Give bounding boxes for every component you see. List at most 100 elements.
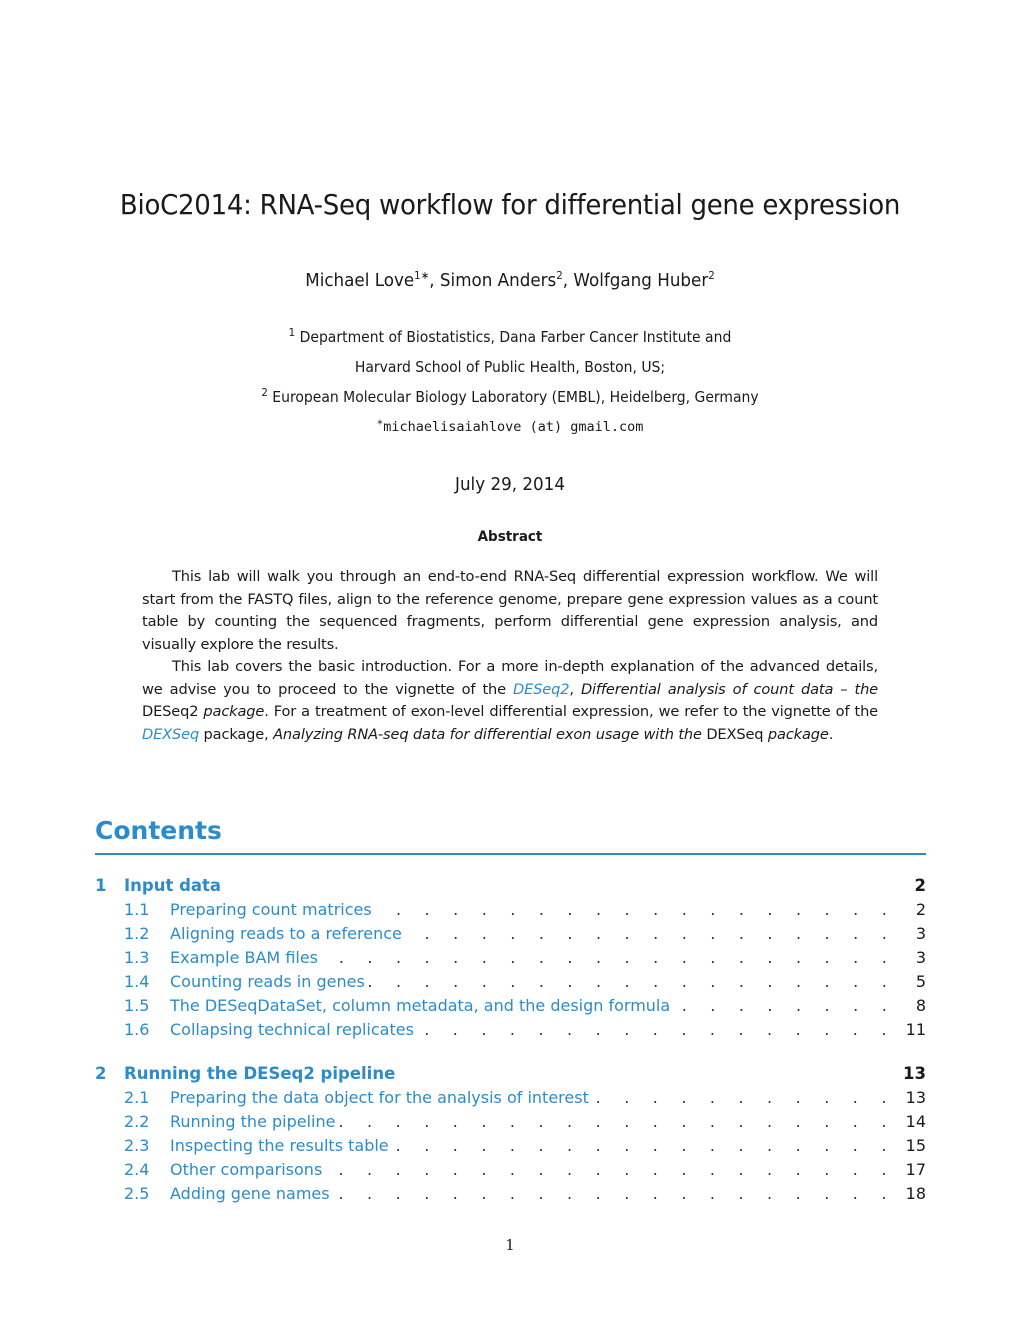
- affiliation-1: 1 Department of Biostatistics, Dana Farb…: [36, 326, 985, 346]
- toc-link[interactable]: Other comparisons: [170, 1158, 327, 1182]
- toc-number: 1.4: [124, 972, 150, 991]
- affiliation-1-continued: Harvard School of Public Health, Boston,…: [354, 358, 666, 376]
- abstract-text: This lab will walk you through an end-to…: [142, 568, 878, 653]
- author-name: Michael Love: [305, 270, 415, 291]
- toc-number: 1: [95, 876, 107, 895]
- toc-link[interactable]: Preparing the data object for the analys…: [170, 1086, 593, 1110]
- author-name: Wolfgang Huber: [573, 270, 709, 291]
- document-title: BioC2014: RNA-Seq workflow for different…: [119, 188, 901, 221]
- author-affiliation-marker: 1∗: [414, 269, 430, 282]
- dexseq-link[interactable]: DEXSeq: [142, 726, 199, 743]
- author-affiliation-marker: 2: [556, 269, 563, 282]
- toc-leader-dots: . . . . . . . . . . . . . . . . . . . . …: [339, 1112, 896, 1131]
- toc-page-number: 5: [915, 972, 926, 991]
- toc-page-number: 14: [905, 1112, 926, 1131]
- toc-number: 2.1: [124, 1088, 150, 1107]
- toc-number: 1.5: [124, 996, 150, 1015]
- toc-entry[interactable]: 1.6 Collapsing technical replicates . . …: [95, 1018, 926, 1042]
- abstract-paragraph-1: This lab will walk you through an end-to…: [142, 566, 878, 656]
- text-run: . For a treatment of exon-level differen…: [264, 703, 878, 721]
- toc-leader-dots: . . . . . . . . . . . . . . . . . . . . …: [376, 900, 896, 919]
- affiliation-marker: 1: [288, 326, 296, 339]
- document-date: July 29, 2014: [455, 474, 565, 495]
- abstract-paragraph-2: This lab covers the basic introduction. …: [142, 656, 878, 746]
- toc-section-1: 1 Input data 2 1.1 Preparing count matri…: [95, 874, 926, 1042]
- toc-entry-section[interactable]: 1 Input data 2: [95, 874, 926, 898]
- toc-number: 2.5: [124, 1184, 150, 1203]
- toc-number: 1.1: [124, 900, 150, 919]
- text-run: DESeq2: [142, 703, 204, 721]
- toc-entry[interactable]: 2.2 Running the pipeline . . . . . . . .…: [95, 1110, 926, 1134]
- toc-number: 2: [95, 1064, 107, 1083]
- toc-link[interactable]: Aligning reads to a reference: [170, 922, 406, 946]
- text-run: .: [828, 725, 834, 743]
- toc-entry[interactable]: 2.4 Other comparisons . . . . . . . . . …: [95, 1158, 926, 1182]
- toc-entry[interactable]: 1.1 Preparing count matrices . . . . . .…: [95, 898, 926, 922]
- toc-entry[interactable]: 2.3 Inspecting the results table . . . .…: [95, 1134, 926, 1158]
- deseq2-link[interactable]: DESeq2: [513, 681, 570, 698]
- contents-divider: [95, 853, 926, 855]
- affiliation-text: European Molecular Biology Laboratory (E…: [272, 388, 759, 406]
- toc-page-number: 13: [905, 1088, 926, 1107]
- toc-number: 2.4: [124, 1160, 150, 1179]
- toc-page-number: 18: [905, 1184, 926, 1203]
- toc-link[interactable]: Inspecting the results table: [170, 1134, 393, 1158]
- toc-leader-dots: . . . . . . . . . . . . . . . . . . . . …: [368, 972, 896, 991]
- toc-page-number: 2: [914, 876, 926, 895]
- affiliation-text: Department of Biostatistics, Dana Farber…: [299, 328, 732, 346]
- toc-page-number: 2: [915, 900, 926, 919]
- toc-link[interactable]: Counting reads in genes: [170, 970, 369, 994]
- toc-page-number: 11: [905, 1020, 926, 1039]
- toc-section-2: 2 Running the DESeq2 pipeline 13 2.1 Pre…: [95, 1062, 926, 1206]
- toc-number: 1.6: [124, 1020, 150, 1039]
- toc-link[interactable]: The DESeqDataSet, column metadata, and t…: [170, 994, 675, 1018]
- toc-entry[interactable]: 1.3 Example BAM files . . . . . . . . . …: [95, 946, 926, 970]
- toc-number: 2.3: [124, 1136, 150, 1155]
- text-run: DEXSeq: [701, 725, 768, 743]
- author-list: Michael Love1∗, Simon Anders2, Wolfgang …: [305, 269, 715, 291]
- author-name: Simon Anders: [439, 270, 557, 291]
- toc-leader-dots: . . . . . . . . . . . . . . . . . . . . …: [322, 948, 896, 967]
- page-number: 1: [505, 1236, 515, 1254]
- toc-link[interactable]: Running the pipeline: [170, 1110, 340, 1134]
- toc-leader-dots: . . . . . . . . . . . . . . . . . . . . …: [326, 1160, 896, 1179]
- toc-link[interactable]: Collapsing technical replicates: [170, 1018, 418, 1042]
- italic-text: package: [203, 703, 265, 721]
- toc-link[interactable]: Example BAM files: [170, 946, 323, 970]
- affiliation-2: 2 European Molecular Biology Laboratory …: [36, 386, 985, 406]
- italic-text: Analyzing RNA-seq data for differential …: [273, 725, 702, 743]
- toc-number: 2.2: [124, 1112, 150, 1131]
- document-page: BioC2014: RNA-Seq workflow for different…: [0, 0, 1020, 1320]
- toc-page-number: 15: [905, 1136, 926, 1155]
- toc-number: 1.3: [124, 948, 150, 967]
- toc-number: 1.2: [124, 924, 150, 943]
- italic-text: package: [767, 725, 829, 743]
- toc-entry[interactable]: 2.1 Preparing the data object for the an…: [95, 1086, 926, 1110]
- toc-page-number: 3: [915, 948, 926, 967]
- toc-leader-dots: . . . . . . . . . . . . . . . . . . . . …: [593, 1088, 896, 1107]
- italic-text: Differential analysis of count data – th…: [580, 680, 878, 698]
- toc-page-number: 3: [915, 924, 926, 943]
- contact-email: ∗michaelisaiahlove (at) gmail.com: [0, 417, 1020, 436]
- abstract-heading: Abstract: [477, 529, 543, 545]
- toc-link[interactable]: Adding gene names: [170, 1182, 334, 1206]
- author-affiliation-marker: 2: [708, 269, 715, 282]
- toc-leader-dots: . . . . . . . . . . . . . . . . . . . . …: [334, 1184, 896, 1203]
- toc-entry[interactable]: 1.2 Aligning reads to a reference . . . …: [95, 922, 926, 946]
- toc-page-number: 17: [905, 1160, 926, 1179]
- toc-leader-dots: . . . . . . . . . . . . . . . . . . . . …: [674, 996, 896, 1015]
- toc-page-number: 8: [915, 996, 926, 1015]
- text-run: ,: [569, 680, 581, 698]
- affiliation-marker: 2: [261, 386, 268, 399]
- text-run: package,: [199, 725, 274, 743]
- toc-link[interactable]: Preparing count matrices: [170, 898, 376, 922]
- toc-link[interactable]: Running the DESeq2 pipeline: [124, 1062, 395, 1086]
- toc-entry[interactable]: 1.4 Counting reads in genes . . . . . . …: [95, 970, 926, 994]
- email-text: michaelisaiahlove (at) gmail.com: [383, 419, 644, 435]
- toc-link[interactable]: Input data: [124, 874, 221, 898]
- toc-entry[interactable]: 2.5 Adding gene names . . . . . . . . . …: [95, 1182, 926, 1206]
- toc-leader-dots: . . . . . . . . . . . . . . . . . . . . …: [393, 1136, 896, 1155]
- toc-entry-section[interactable]: 2 Running the DESeq2 pipeline 13: [95, 1062, 926, 1086]
- abstract-text: This lab covers the basic introduction. …: [142, 656, 878, 746]
- toc-entry[interactable]: 1.5 The DESeqDataSet, column metadata, a…: [95, 994, 926, 1018]
